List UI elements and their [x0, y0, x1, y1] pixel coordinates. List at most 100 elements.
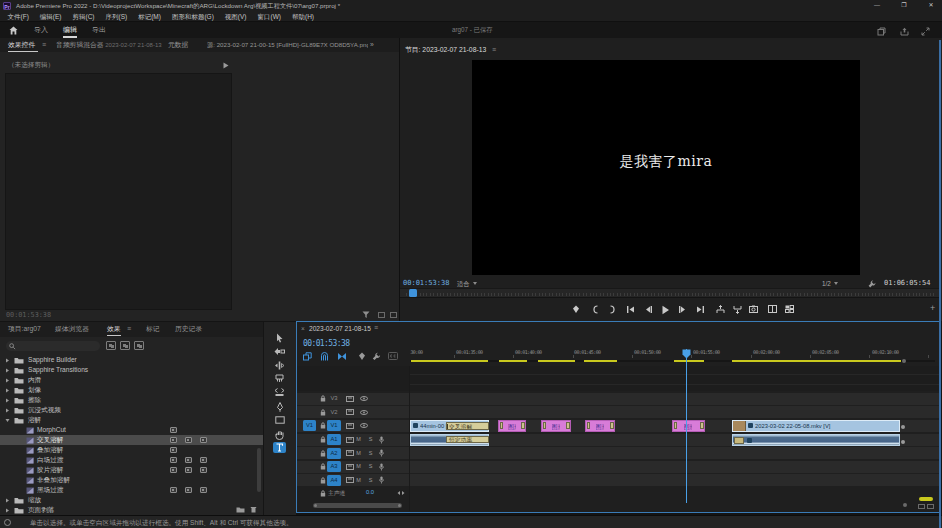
menu-3[interactable]: 剪辑(C)	[67, 11, 100, 22]
program-timecode[interactable]: 00:01:53:38	[403, 279, 449, 287]
new-custom-bin-icon[interactable]	[236, 506, 245, 513]
voiceover-record-icon[interactable]	[379, 476, 384, 484]
program-scrub-bar[interactable]	[400, 288, 940, 298]
effects-scrollbar[interactable]	[257, 448, 261, 492]
menu-7[interactable]: 视图(V)	[219, 11, 252, 22]
tab-history[interactable]: 历史记录	[175, 322, 202, 336]
lock-icon[interactable]	[320, 422, 326, 429]
delete-custom-item-icon[interactable]	[250, 506, 257, 513]
keyframe-nav-icon[interactable]	[397, 490, 405, 496]
chevron-right-icon[interactable]	[5, 398, 9, 402]
multicam-icon[interactable]	[785, 305, 794, 313]
mark-in-icon[interactable]	[592, 305, 599, 314]
voiceover-record-icon[interactable]	[379, 463, 384, 471]
tree-folder-row[interactable]: Sapphire Builder	[0, 355, 263, 365]
timeline-clip-graphic[interactable]: 图形	[585, 420, 615, 432]
button-editor-button[interactable]: +	[930, 303, 935, 313]
timeline-clip-graphic[interactable]: 图形	[541, 420, 571, 432]
step-back-icon[interactable]	[645, 305, 653, 314]
program-settings-wrench-icon[interactable]	[868, 280, 876, 288]
track-target-V2[interactable]: V2	[327, 407, 341, 418]
menu-9[interactable]: 帮助(H)	[286, 11, 319, 22]
zoom-in-icon[interactable]	[390, 312, 397, 318]
lock-icon[interactable]	[320, 463, 326, 470]
play-icon[interactable]	[661, 305, 670, 315]
tab-project[interactable]: 项目:arg07	[8, 322, 41, 336]
sync-lock-icon[interactable]	[346, 477, 354, 483]
voiceover-record-icon[interactable]	[379, 436, 384, 444]
workspace-tab-导出[interactable]: 导出	[92, 22, 106, 38]
fullscreen-icon[interactable]	[921, 27, 930, 36]
master-volume-value[interactable]: 0.0	[366, 489, 374, 495]
track-output-eye-icon[interactable]	[360, 396, 368, 401]
home-icon[interactable]	[9, 26, 18, 35]
effect-controls-panel-menu-icon[interactable]: ≡	[42, 38, 46, 52]
timeline-clip-graphic[interactable]: 图形	[498, 420, 526, 432]
track-output-eye-icon[interactable]	[360, 410, 368, 415]
tab-media-browser[interactable]: 媒体浏览器	[55, 322, 89, 336]
timeline-zoombar-end[interactable]	[902, 359, 906, 363]
tree-effect-row[interactable]: 白场过渡	[0, 455, 263, 465]
tab-overflow-chevron[interactable]: »	[370, 38, 374, 52]
sync-lock-icon[interactable]	[346, 450, 354, 456]
hand-tool-icon[interactable]	[273, 429, 286, 440]
mute-button[interactable]: M	[355, 450, 362, 456]
track-target-V3[interactable]: V3	[327, 393, 341, 404]
tree-folder-row[interactable]: 缩放	[0, 495, 263, 505]
tree-folder-row[interactable]: 沉浸式视频	[0, 405, 263, 415]
sync-lock-icon[interactable]	[346, 409, 354, 415]
accelerated-effects-icon[interactable]	[106, 341, 116, 350]
program-monitor-tab[interactable]: 节目: 2023-02-07 21-08-13	[405, 43, 486, 57]
mute-button[interactable]: M	[355, 463, 362, 469]
mute-button[interactable]: M	[355, 477, 362, 483]
tree-effect-row[interactable]: 叠加溶解	[0, 445, 263, 455]
export-frame-icon[interactable]	[749, 305, 758, 313]
timeline-hscrollbar[interactable]	[313, 503, 402, 508]
track-select-tool-icon[interactable]	[273, 346, 286, 357]
sync-lock-icon[interactable]	[346, 437, 354, 443]
program-panel-menu-icon[interactable]: ≡	[492, 43, 496, 57]
tree-folder-row[interactable]: 页面剥落	[0, 505, 263, 515]
yuv-effects-icon[interactable]	[134, 341, 144, 350]
tree-effect-row[interactable]: 黑场过渡	[0, 485, 263, 495]
lock-icon[interactable]	[320, 450, 326, 457]
solo-button[interactable]: S	[367, 463, 374, 469]
extract-icon[interactable]	[733, 305, 742, 314]
tree-effect-row[interactable]: 交叉溶解	[0, 435, 263, 445]
menu-5[interactable]: 标记(M)	[133, 11, 167, 22]
tree-folder-row[interactable]: 擦除	[0, 395, 263, 405]
step-forward-icon[interactable]	[678, 305, 686, 314]
tab-effects[interactable]: 效果	[107, 322, 121, 336]
playhead-line[interactable]	[686, 349, 687, 503]
transition-box[interactable]: 交叉溶解	[446, 422, 489, 430]
menu-6[interactable]: 图形和标题(G)	[166, 11, 219, 22]
menu-4[interactable]: 序列(S)	[100, 11, 133, 22]
timeline-clip-audio[interactable]	[732, 434, 900, 446]
track-target-A2[interactable]: A2	[327, 448, 341, 459]
chevron-right-icon[interactable]	[5, 508, 9, 512]
32bit-color-icon[interactable]	[120, 341, 130, 350]
tab-source-monitor[interactable]: 源: 2023-02-07 21-00-15 [FullHD]-GL89E7X …	[207, 38, 368, 52]
sync-lock-icon[interactable]	[346, 396, 354, 402]
workspace-tab-导入[interactable]: 导入	[34, 22, 48, 38]
chevron-right-icon[interactable]	[5, 368, 9, 372]
tree-folder-row[interactable]: 溶解	[0, 415, 263, 425]
chevron-right-icon[interactable]	[5, 408, 9, 412]
go-to-out-icon[interactable]	[696, 305, 705, 314]
mark-out-icon[interactable]	[609, 305, 616, 314]
razor-tool-icon[interactable]	[273, 373, 286, 384]
filter-properties-icon[interactable]	[362, 311, 370, 319]
pen-tool-icon[interactable]	[273, 401, 286, 412]
solo-button[interactable]: S	[367, 477, 374, 483]
tree-effect-row[interactable]: 非叠加溶解	[0, 475, 263, 485]
playhead-head[interactable]	[682, 349, 691, 359]
maximize-button[interactable]: ❐	[899, 0, 909, 11]
menu-2[interactable]: 编辑(E)	[34, 11, 67, 22]
ripple-edit-tool-icon[interactable]	[273, 360, 286, 371]
chevron-down-icon[interactable]	[5, 418, 9, 422]
tree-effect-row[interactable]: MorphCut	[0, 425, 263, 435]
add-marker-icon[interactable]	[572, 305, 580, 314]
go-to-in-icon[interactable]	[626, 305, 635, 314]
sync-lock-icon[interactable]	[346, 423, 354, 429]
tab-markers[interactable]: 标记	[146, 322, 160, 336]
